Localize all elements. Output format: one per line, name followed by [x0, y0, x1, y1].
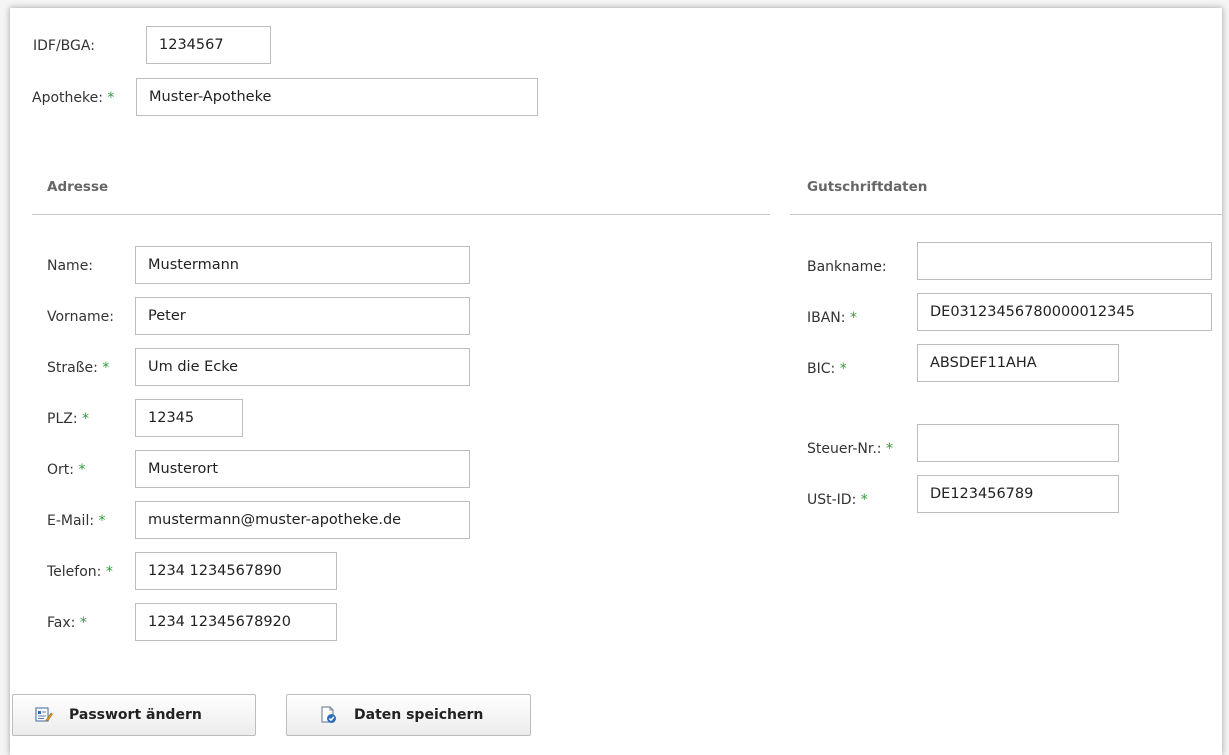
adresse-section-title: Adresse — [47, 179, 109, 195]
passwort-aendern-label: Passwort ändern — [69, 707, 202, 723]
iban-input[interactable]: DE03123456780000012345 — [917, 293, 1212, 331]
telefon-input[interactable]: 1234 1234567890 — [135, 552, 337, 590]
plz-input[interactable]: 12345 — [135, 399, 243, 437]
save-document-icon — [320, 706, 338, 724]
ort-label: Ort: * — [47, 462, 86, 478]
iban-label: IBAN: * — [807, 310, 857, 326]
email-input[interactable]: mustermann@muster-apotheke.de — [135, 501, 470, 539]
apotheke-input[interactable]: Muster-Apotheke — [136, 78, 538, 116]
ort-input[interactable]: Musterort — [135, 450, 470, 488]
form-panel: IDF/BGA: 1234567 Apotheke: * Muster-Apot… — [10, 8, 1222, 755]
bankname-label: Bankname: — [807, 259, 887, 275]
passwort-aendern-button[interactable]: Passwort ändern — [12, 694, 256, 736]
fax-input[interactable]: 1234 12345678920 — [135, 603, 337, 641]
strasse-label: Straße: * — [47, 360, 110, 376]
vorname-input[interactable]: Peter — [135, 297, 470, 335]
gutschrift-divider — [790, 214, 1222, 215]
email-label: E-Mail: * — [47, 513, 106, 529]
name-label: Name: — [47, 258, 94, 274]
steuer-label: Steuer-Nr.: * — [807, 441, 893, 457]
edit-card-icon — [35, 707, 53, 723]
ustid-label: USt-ID: * — [807, 492, 868, 508]
adresse-divider — [32, 214, 770, 215]
strasse-input[interactable]: Um die Ecke — [135, 348, 470, 386]
vorname-label: Vorname: — [47, 309, 114, 325]
bic-input[interactable]: ABSDEF11AHA — [917, 344, 1119, 382]
plz-label: PLZ: * — [47, 411, 90, 427]
telefon-label: Telefon: * — [47, 564, 113, 580]
daten-speichern-button[interactable]: Daten speichern — [286, 694, 531, 736]
name-input[interactable]: Mustermann — [135, 246, 470, 284]
bic-label: BIC: * — [807, 361, 847, 377]
daten-speichern-label: Daten speichern — [354, 707, 484, 723]
idf-input[interactable]: 1234567 — [146, 26, 271, 64]
gutschrift-section-title: Gutschriftdaten — [807, 179, 928, 195]
idf-label: IDF/BGA: — [33, 38, 95, 54]
bankname-input[interactable] — [917, 242, 1212, 280]
steuer-input[interactable] — [917, 424, 1119, 462]
apotheke-label: Apotheke: * — [32, 90, 115, 106]
fax-label: Fax: * — [47, 615, 87, 631]
ustid-input[interactable]: DE123456789 — [917, 475, 1119, 513]
